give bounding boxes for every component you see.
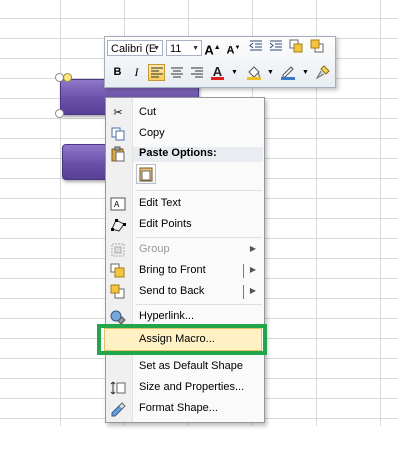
submenu-arrow-icon[interactable]: ▶ [250,286,256,295]
context-menu: ✂ Cut Copy Paste Options: A Edit Text Ed… [105,97,265,423]
font-name-value: Calibri (E [111,43,157,55]
menu-item-group[interactable]: Group ▶ [106,240,264,260]
mini-toolbar: Calibri (E ▼ 11 ▼ A▲ A▼ B I A ▼ ▼ ▼ [104,36,336,88]
paste-icon [110,146,126,162]
svg-text:A: A [114,200,120,209]
font-name-box[interactable]: Calibri (E ▼ [107,40,163,56]
menu-item-format-shape[interactable]: Format Shape... [106,399,264,419]
decrease-indent-icon[interactable] [247,39,264,56]
outline-color-icon[interactable] [279,64,296,81]
font-size-value: 11 [170,43,182,55]
format-painter-icon[interactable] [314,64,331,81]
send-backward-icon[interactable] [309,39,326,56]
align-right-button[interactable] [188,64,205,81]
chevron-down-icon[interactable]: ▼ [262,64,279,81]
grow-font-icon[interactable]: A▲ [204,39,221,57]
chevron-down-icon[interactable]: ▼ [297,64,314,81]
format-shape-icon [110,401,126,417]
properties-icon [110,380,126,396]
send-back-icon [110,284,126,300]
menu-item-send-to-back[interactable]: Send to Back ▶ [106,282,264,302]
align-center-button[interactable] [168,64,185,81]
menu-item-bring-to-front[interactable]: Bring to Front ▶ [106,261,264,281]
bring-forward-icon[interactable] [288,39,305,56]
rotation-handle[interactable] [63,73,72,82]
bold-button[interactable]: B [109,64,126,81]
menu-item-cut[interactable]: ✂ Cut [106,103,264,123]
shrink-font-icon[interactable]: A▼ [225,40,242,57]
increase-indent-icon[interactable] [267,39,284,56]
highlight-annotation-box [97,324,267,355]
group-icon [110,242,126,258]
align-left-button[interactable] [148,64,165,81]
submenu-arrow-icon: ▶ [249,244,256,253]
font-color-button[interactable]: A [209,63,226,80]
edit-text-icon: A [110,196,126,212]
chevron-down-icon: ▼ [153,45,160,52]
menu-item-edit-text[interactable]: A Edit Text [106,194,264,214]
edit-points-icon [110,217,126,233]
copy-icon [110,126,126,142]
paste-option-button[interactable] [136,164,156,184]
chevron-down-icon: ▼ [192,45,199,52]
bring-front-icon [110,263,126,279]
menu-item-set-default-shape[interactable]: Set as Default Shape [106,357,264,377]
paste-options-header: Paste Options: [106,144,264,164]
menu-item-copy[interactable]: Copy [106,124,264,144]
submenu-arrow-icon[interactable]: ▶ [250,265,256,274]
font-size-box[interactable]: 11 ▼ [166,40,202,56]
menu-item-edit-points[interactable]: Edit Points [106,215,264,235]
scissors-icon: ✂ [113,107,123,119]
italic-button[interactable]: I [128,64,145,81]
hyperlink-icon [110,309,126,325]
resize-handle[interactable] [55,109,64,118]
menu-item-size-properties[interactable]: Size and Properties... [106,378,264,398]
fill-color-icon[interactable] [245,64,262,81]
chevron-down-icon[interactable]: ▼ [226,64,243,81]
